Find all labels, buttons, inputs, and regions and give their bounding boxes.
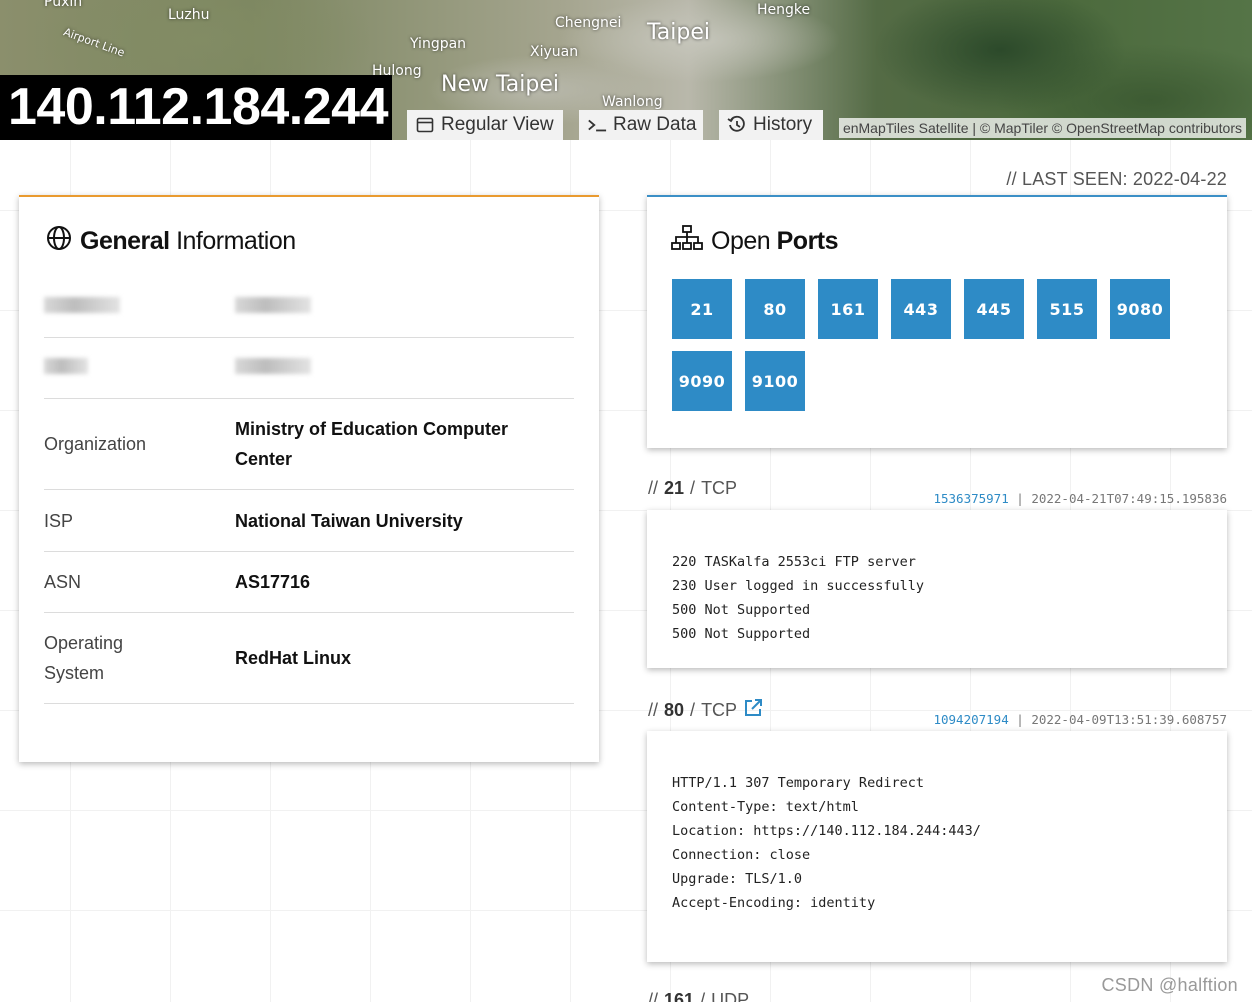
service-header-80: //80/TCP xyxy=(648,698,763,723)
general-info-table: Organization Ministry of Education Compu… xyxy=(44,277,574,704)
external-link-icon[interactable] xyxy=(743,698,763,723)
info-row-organization: Organization Ministry of Education Compu… xyxy=(44,399,574,490)
info-key: ISP xyxy=(44,510,74,531)
service-timestamp: 2022-04-21T07:49:15.195836 xyxy=(1031,491,1227,506)
port-button[interactable]: 443 xyxy=(891,279,951,339)
map-label: Xiyuan xyxy=(530,44,579,60)
service-banner-80: HTTP/1.1 307 Temporary Redirect Content-… xyxy=(647,731,1227,962)
port-button[interactable]: 80 xyxy=(745,279,805,339)
service-port: 161 xyxy=(664,990,695,1002)
banner-line: 500 Not Supported xyxy=(672,626,811,642)
port-button[interactable]: 9100 xyxy=(745,351,805,411)
tab-history[interactable]: History xyxy=(719,110,823,140)
service-port: 21 xyxy=(664,478,685,498)
banner-line: 500 Not Supported xyxy=(672,602,811,618)
tab-label: Raw Data xyxy=(613,114,697,135)
banner-line: HTTP/1.1 307 Temporary Redirect xyxy=(672,775,924,791)
port-button[interactable]: 9080 xyxy=(1110,279,1170,339)
info-row-isp: ISP National Taiwan University xyxy=(44,490,574,552)
info-key: ASN xyxy=(44,572,82,592)
port-button[interactable]: 21 xyxy=(672,279,732,339)
banner-line: Content-Type: text/html xyxy=(672,799,859,815)
service-proto: UDP xyxy=(711,990,750,1002)
title-light: Information xyxy=(176,227,296,255)
redacted-value xyxy=(235,358,311,374)
ip-address-title: 140.112.184.244 xyxy=(0,75,392,140)
open-ports-title: Open Ports xyxy=(671,225,839,258)
port-button[interactable]: 9090 xyxy=(672,351,732,411)
map-label: Puxin xyxy=(44,0,83,10)
info-key: Operating System xyxy=(44,633,124,683)
service-meta-80: 1094207194 | 2022-04-09T13:51:39.608757 xyxy=(933,712,1227,727)
info-row-asn: ASN AS17716 xyxy=(44,552,574,613)
tab-label: Regular View xyxy=(441,114,554,135)
redacted-value xyxy=(235,297,311,313)
map-label: Hengke xyxy=(757,2,811,18)
service-hash[interactable]: 1536375971 xyxy=(933,491,1008,506)
title-light: Open xyxy=(711,227,771,255)
service-port: 80 xyxy=(664,700,685,720)
title-bold: Ports xyxy=(776,227,839,255)
calendar-icon xyxy=(415,115,435,135)
info-row-redacted xyxy=(44,338,574,399)
title-bold: General xyxy=(80,227,170,255)
service-timestamp: 2022-04-09T13:51:39.608757 xyxy=(1031,712,1227,727)
history-icon xyxy=(727,115,747,135)
info-key: Organization xyxy=(44,434,147,454)
service-header-21: //21/TCP xyxy=(648,478,738,498)
service-meta-21: 1536375971 | 2022-04-21T07:49:15.195836 xyxy=(933,491,1227,506)
service-header-161: //161/UDP xyxy=(648,990,749,1002)
map-label: Wanlong xyxy=(602,94,663,110)
banner-line: Connection: close xyxy=(672,847,811,863)
sitemap-icon xyxy=(671,225,703,258)
port-button[interactable]: 161 xyxy=(818,279,878,339)
terminal-icon xyxy=(587,115,607,135)
map-attribution[interactable]: enMapTiles Satellite | © MapTiler © Open… xyxy=(838,118,1246,138)
info-row-operating-system: Operating System RedHat Linux xyxy=(44,613,574,704)
tab-label: History xyxy=(753,114,813,135)
banner-line: 230 User logged in successfully xyxy=(672,578,924,594)
info-value: National Taiwan University xyxy=(235,510,463,531)
ports-list: 21 80 161 443 445 515 9080 9090 9100 xyxy=(672,279,1192,411)
port-button[interactable]: 445 xyxy=(964,279,1024,339)
map-label: Chengnei xyxy=(555,15,622,31)
globe-icon xyxy=(46,225,72,258)
tab-raw-data[interactable]: Raw Data xyxy=(579,110,703,140)
banner-line: 220 TASKalfa 2553ci FTP server xyxy=(672,554,916,570)
map-label: Airport Line xyxy=(61,25,127,60)
general-information-title: General Information xyxy=(46,225,296,258)
last-seen-date: // LAST SEEN: 2022-04-22 xyxy=(1006,169,1227,189)
service-hash[interactable]: 1094207194 xyxy=(933,712,1008,727)
open-ports-card: Open Ports 21 80 161 443 445 515 9080 90… xyxy=(647,195,1227,448)
redacted-key xyxy=(44,358,88,374)
general-information-card: General Information Organization Ministr… xyxy=(19,195,599,762)
service-banner-21: 220 TASKalfa 2553ci FTP server 230 User … xyxy=(647,510,1227,668)
redacted-key xyxy=(44,297,120,313)
info-row-redacted xyxy=(44,277,574,338)
tab-regular-view[interactable]: Regular View xyxy=(407,110,563,140)
banner-line: Location: https://140.112.184.244:443/ xyxy=(672,823,981,839)
map-label: Luzhu xyxy=(168,7,210,23)
map-label: New Taipei xyxy=(441,72,559,97)
map-label: Yingpan xyxy=(410,36,467,52)
banner-line: Accept-Encoding: identity xyxy=(672,895,876,911)
watermark: CSDN @halftion xyxy=(1101,975,1238,995)
banner-line: Upgrade: TLS/1.0 xyxy=(672,871,803,887)
service-proto: TCP xyxy=(701,478,738,498)
service-proto: TCP xyxy=(701,700,738,720)
info-value: RedHat Linux xyxy=(235,648,352,668)
port-button[interactable]: 515 xyxy=(1037,279,1097,339)
info-value: AS17716 xyxy=(235,572,311,592)
map-label: Taipei xyxy=(647,20,711,45)
info-value: Ministry of Education Computer Center xyxy=(235,419,509,469)
